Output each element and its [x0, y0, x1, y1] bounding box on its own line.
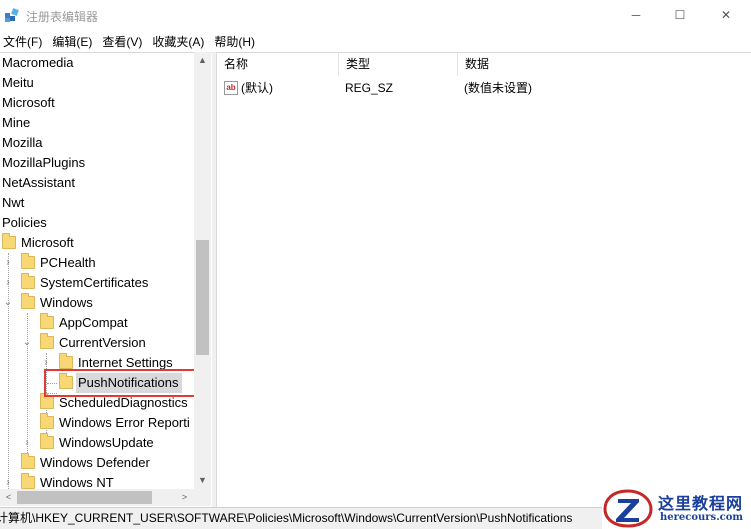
- tree-guide-line: [47, 393, 57, 394]
- status-path: 计算机\HKEY_CURRENT_USER\SOFTWARE\Policies\…: [0, 511, 573, 525]
- folder-icon: [59, 353, 73, 369]
- folder-icon: [21, 453, 35, 469]
- scroll-thumb[interactable]: [196, 240, 209, 355]
- chevron-down-icon[interactable]: ⌄: [22, 333, 32, 353]
- folder-icon: [40, 313, 54, 329]
- scroll-right-icon[interactable]: >: [176, 489, 193, 506]
- folder-icon: [40, 333, 54, 349]
- chevron-right-icon[interactable]: ›: [22, 433, 32, 453]
- window-title: 注册表编辑器: [26, 10, 99, 24]
- minimize-icon: ─: [631, 8, 641, 22]
- folder-icon: [21, 253, 35, 269]
- minimize-button[interactable]: ─: [613, 0, 659, 30]
- folder-icon: [40, 393, 54, 409]
- value-name: (默认): [241, 81, 273, 95]
- scroll-thumb[interactable]: [17, 491, 152, 504]
- column-header-name[interactable]: 名称: [217, 53, 339, 76]
- maximize-button[interactable]: ☐: [657, 0, 703, 30]
- scrollbar-corner: [194, 489, 211, 506]
- scroll-up-icon[interactable]: ▲: [194, 52, 211, 69]
- watermark-title: 这里教程网: [658, 494, 744, 513]
- scroll-left-icon[interactable]: <: [0, 489, 17, 506]
- watermark-logo-icon: [603, 489, 653, 528]
- value-data: (数值未设置): [464, 81, 532, 95]
- menu-edit[interactable]: 编辑(E): [49, 30, 99, 51]
- chevron-down-icon[interactable]: ⌄: [3, 293, 13, 313]
- menu-help[interactable]: 帮助(H): [211, 30, 262, 51]
- title-bar: 注册表编辑器 ─ ☐ ✕: [0, 0, 751, 30]
- folder-icon: [21, 293, 35, 309]
- string-value-icon: ab: [224, 81, 238, 95]
- tree-item-pushnotifications[interactable]: PushNotifications: [0, 373, 194, 393]
- registry-tree: Macromedia Meitu Microsoft Mine Mozilla …: [0, 52, 212, 507]
- registry-editor-icon: [5, 8, 19, 22]
- folder-icon: [40, 413, 54, 429]
- watermark-url: herecours.com: [660, 512, 744, 523]
- chevron-right-icon[interactable]: ›: [3, 273, 13, 293]
- folder-icon: [2, 233, 16, 249]
- chevron-right-icon[interactable]: ›: [41, 353, 51, 373]
- chevron-right-icon[interactable]: ›: [3, 253, 13, 273]
- value-type: REG_SZ: [345, 81, 394, 95]
- folder-icon: [59, 373, 73, 389]
- menu-view[interactable]: 查看(V): [99, 30, 149, 51]
- maximize-icon: ☐: [674, 8, 686, 22]
- folder-icon: [40, 433, 54, 449]
- close-button[interactable]: ✕: [703, 0, 749, 30]
- values-list: 名称 类型 数据 ab (默认) REG_SZ (数值未设置): [216, 52, 751, 507]
- menu-favorites[interactable]: 收藏夹(A): [149, 30, 211, 51]
- tree-horizontal-scrollbar[interactable]: < >: [0, 489, 194, 506]
- column-header-type[interactable]: 类型: [339, 53, 458, 76]
- tree-vertical-scrollbar[interactable]: ▲ ▼: [194, 52, 211, 489]
- close-icon: ✕: [720, 8, 732, 22]
- menu-bar: 文件(F) 编辑(E) 查看(V) 收藏夹(A) 帮助(H): [0, 30, 751, 51]
- watermark: 这里教程网 herecours.com: [602, 488, 751, 529]
- folder-icon: [21, 273, 35, 289]
- scroll-down-icon[interactable]: ▼: [194, 472, 211, 489]
- column-header-data[interactable]: 数据: [458, 53, 598, 76]
- value-row[interactable]: ab (默认) REG_SZ (数值未设置): [217, 78, 751, 98]
- folder-icon: [21, 473, 35, 489]
- menu-file[interactable]: 文件(F): [0, 30, 49, 51]
